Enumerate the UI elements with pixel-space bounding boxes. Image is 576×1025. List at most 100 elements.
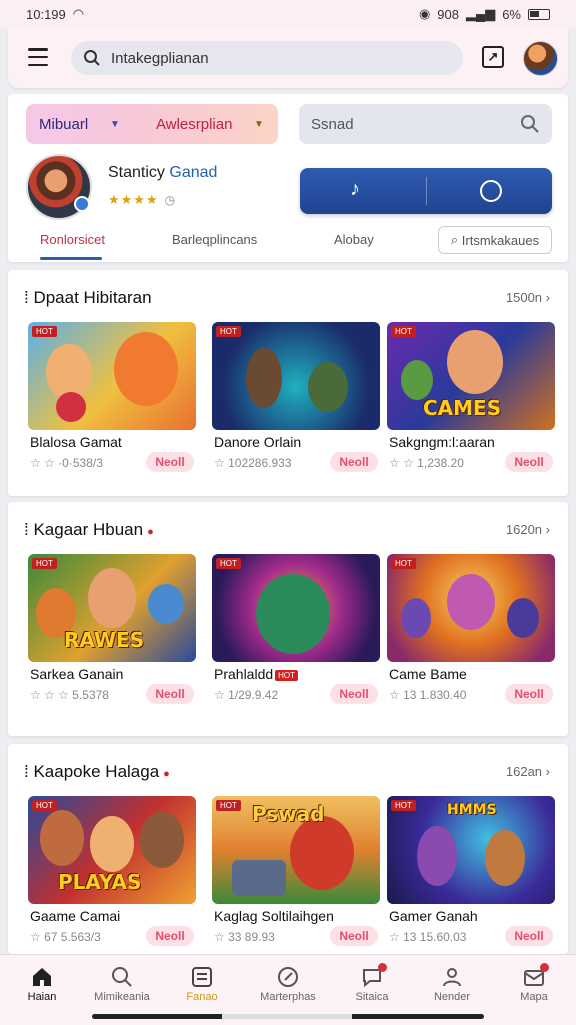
game-card[interactable]: HOT Pswad Kaglag Soltilaihgen ☆ 33 89.93…	[212, 796, 380, 946]
share-icon[interactable]: ↗	[482, 46, 504, 68]
section-title: ⁞ Kagaar Hbuan ●	[24, 520, 154, 539]
install-button[interactable]: Neoll	[505, 684, 553, 704]
game-card[interactable]: HOT RAWES Sarkea Ganain ☆ ☆ ☆ 5.5378 Neo…	[28, 554, 196, 704]
game-thumbnail[interactable]: HOT	[28, 322, 196, 430]
clock-text: 10:199	[26, 6, 66, 22]
nav-item-inbox[interactable]: Mapa	[494, 963, 574, 1003]
section-title-text: Kagaar Hbuan	[33, 520, 144, 539]
section-count[interactable]: 1620n ›	[506, 522, 550, 537]
nav-item-messages[interactable]: Sitaica	[332, 963, 412, 1003]
verified-dot	[74, 196, 90, 212]
game-thumbnail[interactable]: HOT HMMS	[387, 796, 555, 904]
action-button-group[interactable]: ♪	[300, 168, 552, 214]
install-button[interactable]: Neoll	[505, 452, 553, 472]
game-card[interactable]: HOT CAMES Sakgngm:l:aaran ☆ ☆ 1,238.20 N…	[387, 322, 555, 472]
game-thumbnail[interactable]: HOT CAMES	[387, 322, 555, 430]
clock-icon: ◷	[164, 193, 177, 207]
menu-icon[interactable]	[28, 48, 48, 66]
game-card[interactable]: HOT Prahlaldd HOT ☆ 1/29.9.42 Neoll	[212, 554, 380, 704]
star-icons: ★★★★	[108, 192, 159, 207]
tab-2[interactable]: Barleqplincans	[172, 232, 257, 247]
install-button[interactable]: Neoll	[330, 452, 378, 472]
tab-3[interactable]: Alobay	[334, 232, 374, 247]
new-badge-icon: ●	[163, 768, 170, 780]
search-text: Intakegplianan	[111, 49, 209, 67]
new-badge-icon: ●	[147, 526, 154, 538]
card-meta: ☆ ☆ 1,238.20	[389, 456, 464, 470]
nav-label: Nender	[433, 991, 471, 1003]
section-title-text: Kaapoke Halaga	[33, 762, 160, 781]
game-card[interactable]: HOT Danore Orlain ☆ 102286.933 Neoll	[212, 322, 380, 472]
notification-dot	[378, 963, 387, 972]
section-1: ⁞ Dpaat Hibitaran 1500n › HOT Blalosa Ga…	[8, 270, 568, 496]
search-input[interactable]: Intakegplianan	[71, 41, 463, 75]
card-title: Prahlaldd HOT	[214, 666, 299, 682]
status-bar: 10:199 ◠ ◉ 908 ▂▄▆ 6%	[0, 0, 576, 28]
section-3: ⁞ Kaapoke Halaga ● 162an › HOT PLAYAS Gaa…	[8, 744, 568, 954]
rating-stars: ★★★★ ◷	[108, 192, 176, 208]
game-thumbnail[interactable]: HOT Pswad	[212, 796, 380, 904]
battery-icon	[528, 8, 550, 20]
game-thumbnail[interactable]: HOT	[212, 554, 380, 662]
install-button[interactable]: Neoll	[330, 684, 378, 704]
secondary-search-input[interactable]: Ssnad	[299, 104, 552, 144]
profile-avatar[interactable]	[26, 154, 92, 220]
home-icon	[2, 963, 82, 991]
section-count-text: 1500n	[505, 290, 543, 305]
tab-filter-label: Irtsmkakaues	[461, 232, 540, 248]
hot-tag: HOT	[32, 800, 57, 811]
install-button[interactable]: Neoll	[146, 684, 194, 704]
install-button[interactable]: Neoll	[330, 926, 378, 946]
card-meta: ☆ ☆ ☆ 5.5378	[30, 688, 109, 702]
hot-tag: HOT	[32, 326, 57, 337]
nav-item-home[interactable]: Haian	[2, 963, 82, 1003]
card-title: Kaglag Soltilaihgen	[214, 908, 334, 924]
avatar[interactable]	[523, 41, 558, 76]
tab-1[interactable]: Ronlorsicet	[40, 232, 105, 247]
home-indicator[interactable]	[92, 1014, 484, 1019]
install-button[interactable]: Neoll	[146, 452, 194, 472]
install-button[interactable]: Neoll	[146, 926, 194, 946]
tab-filter-button[interactable]: ⌕ Irtsmkakaues	[438, 226, 552, 254]
hot-badge: HOT	[275, 669, 299, 681]
notification-dot	[540, 963, 549, 972]
battery-text: 6%	[502, 6, 521, 22]
nav-item-explore[interactable]: Marterphas	[248, 963, 328, 1003]
hot-tag: HOT	[216, 326, 241, 337]
search-icon	[521, 115, 539, 133]
game-thumbnail[interactable]: HOT	[387, 554, 555, 662]
game-thumbnail[interactable]: HOT RAWES	[28, 554, 196, 662]
card-title-text: Prahlaldd	[214, 666, 274, 682]
person-icon	[412, 963, 492, 991]
game-logo: HMMS	[447, 802, 497, 818]
select-option-1[interactable]: Mibuarl	[39, 116, 88, 133]
card-title: Gaame Camai	[30, 908, 121, 924]
section-count[interactable]: 162an ›	[506, 764, 550, 779]
signal-icon: ▂▄▆	[465, 6, 496, 21]
chat-icon	[332, 963, 412, 991]
section-count[interactable]: 1500n ›	[506, 290, 550, 305]
nav-item-library[interactable]: Fanao	[162, 963, 242, 1003]
nav-item-profile[interactable]: Nender	[412, 963, 492, 1003]
card-title: Sakgngm:l:aaran	[389, 434, 495, 450]
section-count-text: 162an	[505, 764, 543, 779]
game-thumbnail[interactable]: HOT	[212, 322, 380, 430]
card-meta: ☆ ☆ ·0·538/3	[30, 456, 103, 470]
game-card[interactable]: HOT HMMS Gamer Ganah ☆ 13 15.60.03 Neoll	[387, 796, 555, 946]
game-card[interactable]: HOT PLAYAS Gaame Camai ☆ 67 5.563/3 Neol…	[28, 796, 196, 946]
circle-icon[interactable]	[480, 180, 502, 202]
game-logo: PLAYAS	[58, 870, 142, 894]
hot-tag: HOT	[391, 800, 416, 811]
select-option-2[interactable]: Awlesrplian	[156, 116, 232, 133]
install-button[interactable]: Neoll	[505, 926, 553, 946]
hot-tag: HOT	[32, 558, 57, 569]
game-thumbnail[interactable]: HOT PLAYAS	[28, 796, 196, 904]
category-select[interactable]: Mibuarl ▼ Awlesrplian ▼	[26, 104, 278, 144]
active-tab-indicator	[40, 257, 102, 260]
profile-name-part-1: Stanticy	[108, 164, 165, 181]
mail-icon	[494, 963, 574, 991]
music-note-icon[interactable]: ♪	[350, 178, 360, 201]
game-card[interactable]: HOT Blalosa Gamat ☆ ☆ ·0·538/3 Neoll	[28, 322, 196, 472]
game-card[interactable]: HOT Came Bame ☆ 13 1.830.40 Neoll	[387, 554, 555, 704]
nav-item-search[interactable]: Mimikeania	[82, 963, 162, 1003]
